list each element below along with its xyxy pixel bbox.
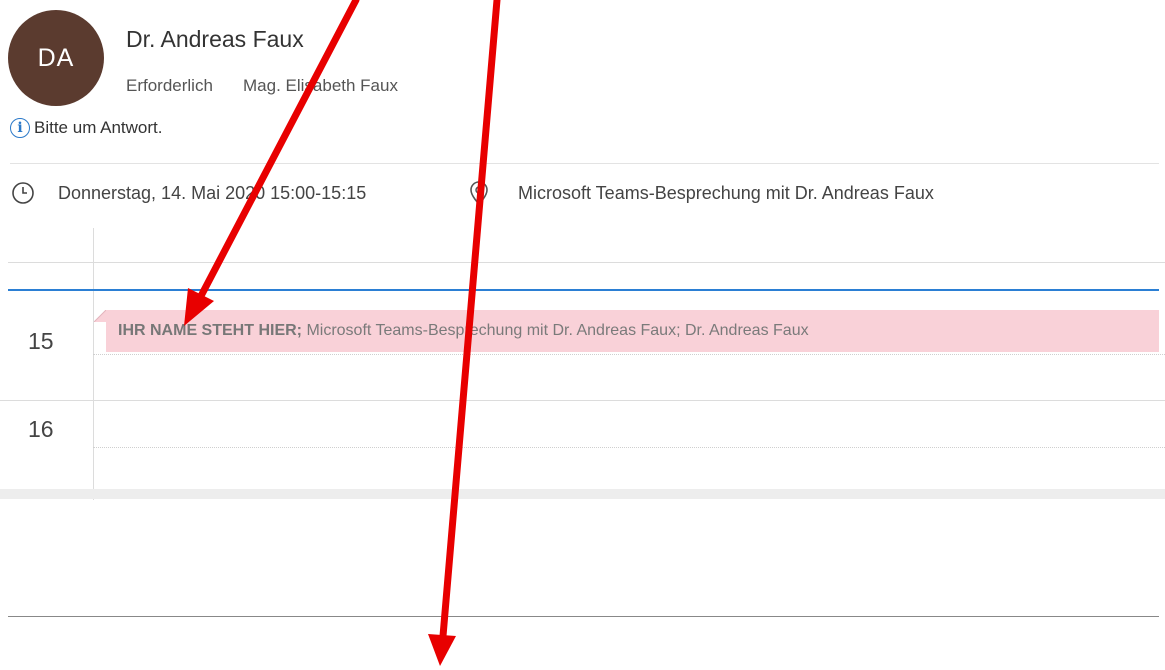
meeting-time: Donnerstag, 14. Mai 2020 15:00-15:15 — [58, 183, 367, 203]
selected-day-line — [8, 289, 1159, 291]
info-message: Bitte um Antwort. — [34, 118, 163, 137]
bottom-divider — [8, 616, 1159, 617]
time-gutter-divider — [93, 228, 94, 500]
meeting-location[interactable]: Microsoft Teams-Besprechung mit Dr. Andr… — [518, 183, 934, 204]
hour-label-15: 15 — [28, 328, 54, 354]
calendar-bottom-strip — [0, 489, 1165, 499]
info-icon: i — [10, 118, 30, 138]
half-hour-line — [93, 447, 1165, 448]
hour-label-16: 16 — [28, 416, 54, 442]
tentative-corner-icon — [94, 310, 106, 322]
location-pin-icon — [470, 181, 488, 206]
event-attendee-name: IHR NAME STEHT HIER; — [118, 322, 302, 339]
allday-row-line — [93, 262, 1165, 263]
gutter-line — [8, 262, 93, 263]
half-hour-line — [93, 354, 1165, 355]
event-details: Microsoft Teams-Besprechung mit Dr. Andr… — [302, 322, 809, 339]
calendar-event[interactable]: IHR NAME STEHT HIER; Microsoft Teams-Bes… — [106, 310, 1159, 352]
required-attendee[interactable]: Mag. Elisabeth Faux — [243, 76, 398, 96]
avatar[interactable]: DA — [8, 10, 104, 106]
sender-name[interactable]: Dr. Andreas Faux — [126, 26, 304, 53]
required-label: Erforderlich — [126, 76, 213, 95]
avatar-initials: DA — [37, 43, 75, 72]
header-divider — [10, 163, 1159, 164]
clock-icon — [12, 182, 34, 204]
calendar-preview: 15 16 IHR NAME STEHT HIER; Microsoft Tea… — [0, 228, 1165, 500]
hour-line — [0, 400, 1165, 401]
